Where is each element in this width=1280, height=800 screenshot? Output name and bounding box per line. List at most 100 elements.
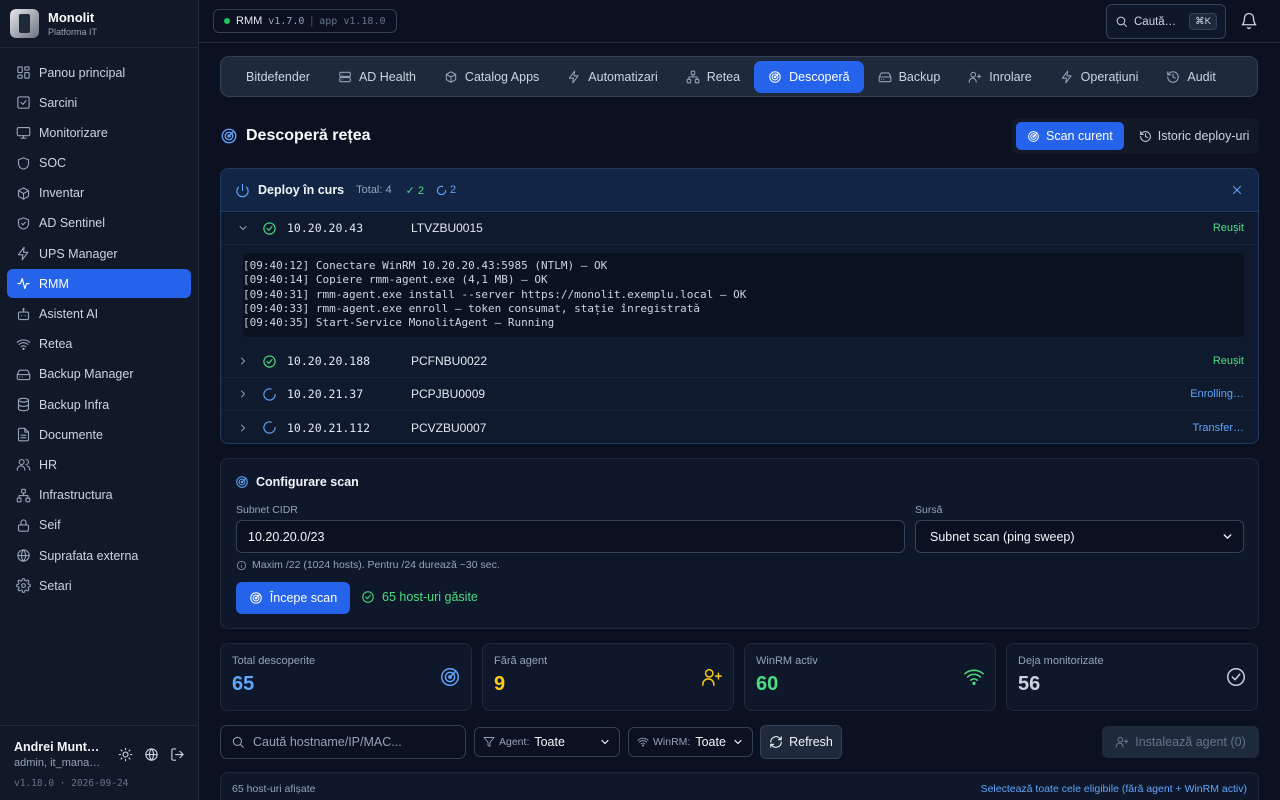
sidebar-item-monitorizare[interactable]: Monitorizare	[7, 118, 191, 147]
tab-label: AD Health	[358, 69, 416, 84]
deploy-row-status: Transfer…	[1192, 421, 1244, 434]
agent-filter-select[interactable]: Agent: Toate	[474, 727, 620, 757]
box-icon	[16, 186, 31, 201]
radar-icon	[1027, 130, 1040, 143]
chevron-right-icon[interactable]	[237, 355, 249, 367]
subnet-label: Subnet CIDR	[236, 504, 298, 516]
shield-icon	[16, 156, 31, 171]
globe-icon[interactable]	[144, 747, 159, 762]
deploy-history-label: Istoric deploy-uri	[1157, 129, 1250, 143]
tab-descopera[interactable]: Descoperă	[754, 60, 864, 93]
spinner-icon	[262, 387, 277, 402]
module-badge: RMM v1.7.0 | app v1.18.0	[213, 9, 397, 33]
chevron-down-icon	[732, 736, 744, 748]
scan-current-button[interactable]: Scan curent	[1016, 122, 1124, 150]
host-search-input[interactable]: Caută hostname/IP/MAC...	[220, 725, 466, 759]
brand[interactable]: Monolit Platforma IT	[0, 0, 198, 48]
start-scan-button[interactable]: Începe scan	[236, 582, 350, 614]
stat-total-discovered: Total descoperite 65	[220, 643, 472, 711]
version-separator: |	[310, 15, 314, 27]
refresh-button[interactable]: Refresh	[760, 725, 842, 759]
deploy-row[interactable]: 10.20.21.112 PCVZBU0007 Transfer…	[221, 411, 1258, 443]
global-search-label: Caută…	[1134, 15, 1177, 28]
tab-catalog-apps[interactable]: Catalog Apps	[430, 61, 553, 93]
tab-label: Catalog Apps	[464, 69, 540, 84]
deploy-history-button[interactable]: Istoric deploy-uri	[1128, 122, 1261, 150]
sidebar-item-label: Monitorizare	[39, 125, 108, 140]
module-name: RMM	[236, 15, 263, 27]
log-line: [09:40:31] rmm-agent.exe install --serve…	[243, 287, 747, 301]
info-icon	[236, 560, 247, 571]
global-search-button[interactable]: Caută… ⌘K	[1106, 4, 1226, 39]
users-icon	[16, 457, 31, 472]
sidebar-item-label: AD Sentinel	[39, 216, 106, 231]
sidebar-item-hr[interactable]: HR	[7, 450, 191, 479]
sidebar-item-retea[interactable]: Retea	[7, 330, 191, 359]
deploy-row-ip: 10.20.21.112	[287, 420, 371, 435]
tab-audit[interactable]: Audit	[1152, 61, 1230, 93]
subnet-hint-text: Maxim /22 (1024 hosts). Pentru /24 durea…	[252, 559, 500, 571]
sidebar-item-backup-infra[interactable]: Backup Infra	[7, 390, 191, 419]
sidebar-item-rmm[interactable]: RMM	[7, 269, 191, 299]
sidebar-item-sarcini[interactable]: Sarcini	[7, 88, 191, 117]
deploy-row[interactable]: 10.20.20.188 PCFNBU0022 Reușit	[221, 345, 1258, 378]
sidebar-item-inventar[interactable]: Inventar	[7, 179, 191, 208]
sidebar-item-setari[interactable]: Setari	[7, 571, 191, 600]
tab-label: Inrolare	[989, 69, 1032, 84]
hard-drive-icon	[878, 70, 892, 84]
host-search-placeholder: Caută hostname/IP/MAC...	[253, 735, 402, 749]
notifications-button[interactable]	[1240, 12, 1258, 30]
logout-icon[interactable]	[170, 747, 185, 762]
sidebar-item-asistent-ai[interactable]: Asistent AI	[7, 300, 191, 329]
sidebar-item-soc[interactable]: SOC	[7, 149, 191, 178]
sidebar-item-label: HR	[39, 457, 58, 472]
deploy-row[interactable]: 10.20.21.37 PCPJBU0009 Enrolling…	[221, 378, 1258, 411]
select-eligible-link[interactable]: Selectează toate cele eligibile (fără ag…	[981, 783, 1247, 795]
tab-retea[interactable]: Retea	[672, 61, 754, 93]
monitor-icon	[16, 125, 31, 140]
deploy-row-ip: 10.20.21.37	[287, 387, 364, 401]
deploy-row-host: LTVZBU0015	[411, 221, 483, 235]
sidebar-item-ad-sentinel[interactable]: AD Sentinel	[7, 209, 191, 238]
sidebar-item-seif[interactable]: Seif	[7, 511, 191, 540]
tab-backup[interactable]: Backup	[864, 61, 955, 93]
tab-bitdefender[interactable]: Bitdefender	[225, 61, 324, 93]
tab-label: Automatizari	[588, 69, 658, 84]
sun-icon[interactable]	[118, 747, 133, 762]
deploy-close-button[interactable]	[1230, 183, 1244, 197]
refresh-icon	[769, 735, 783, 749]
user-plus-icon	[701, 666, 723, 688]
server-icon	[338, 70, 352, 84]
scan-config-panel: Configurare scan Subnet CIDR 10.20.20.0/…	[220, 458, 1259, 629]
source-select[interactable]: Subnet scan (ping sweep)	[915, 520, 1244, 553]
sidebar-item-infrastructura[interactable]: Infrastructura	[7, 481, 191, 510]
box-icon	[444, 70, 458, 84]
gear-icon	[16, 578, 31, 593]
stat-winrm-active: WinRM activ 60	[744, 643, 996, 711]
sidebar-item-backup-manager[interactable]: Backup Manager	[7, 360, 191, 389]
log-line: [09:40:14] Copiere rmm-agent.exe (4,1 MB…	[243, 273, 548, 287]
sidebar-item-panou-principal[interactable]: Panou principal	[7, 58, 191, 87]
tab-operatiuni[interactable]: Operațiuni	[1046, 61, 1153, 93]
chevron-down-icon[interactable]	[237, 222, 249, 234]
sidebar-item-label: Retea	[39, 337, 73, 352]
chevron-right-icon[interactable]	[237, 388, 249, 400]
install-agent-button[interactable]: Instalează agent (0)	[1102, 726, 1259, 758]
deploy-row-ip: 10.20.20.43	[287, 221, 364, 235]
sidebar-item-documente[interactable]: Documente	[7, 420, 191, 449]
app-version-badge: app v1.18.0	[319, 15, 386, 27]
deploy-row[interactable]: 10.20.20.43 LTVZBU0015 Reușit	[221, 212, 1258, 245]
sidebar-item-suprafata-externa[interactable]: Suprafata externa	[7, 541, 191, 570]
winrm-filter-select[interactable]: WinRM: Toate	[628, 727, 753, 757]
hosts-found: 65 host-uri găsite	[361, 590, 478, 604]
sidebar-item-ups-manager[interactable]: UPS Manager	[7, 239, 191, 268]
subnet-input[interactable]: 10.20.20.0/23	[236, 520, 905, 553]
tab-inrolare[interactable]: Inrolare	[954, 61, 1045, 93]
deploy-title: Deploy în curs	[258, 183, 345, 197]
chevron-right-icon[interactable]	[237, 422, 249, 434]
sidebar-item-label: RMM	[39, 276, 69, 291]
sidebar-item-label: Panou principal	[39, 65, 126, 80]
tab-automatizari[interactable]: Automatizari	[553, 61, 671, 93]
tab-ad-health[interactable]: AD Health	[324, 61, 430, 93]
host-count: 65 host-uri afișate	[232, 783, 316, 795]
